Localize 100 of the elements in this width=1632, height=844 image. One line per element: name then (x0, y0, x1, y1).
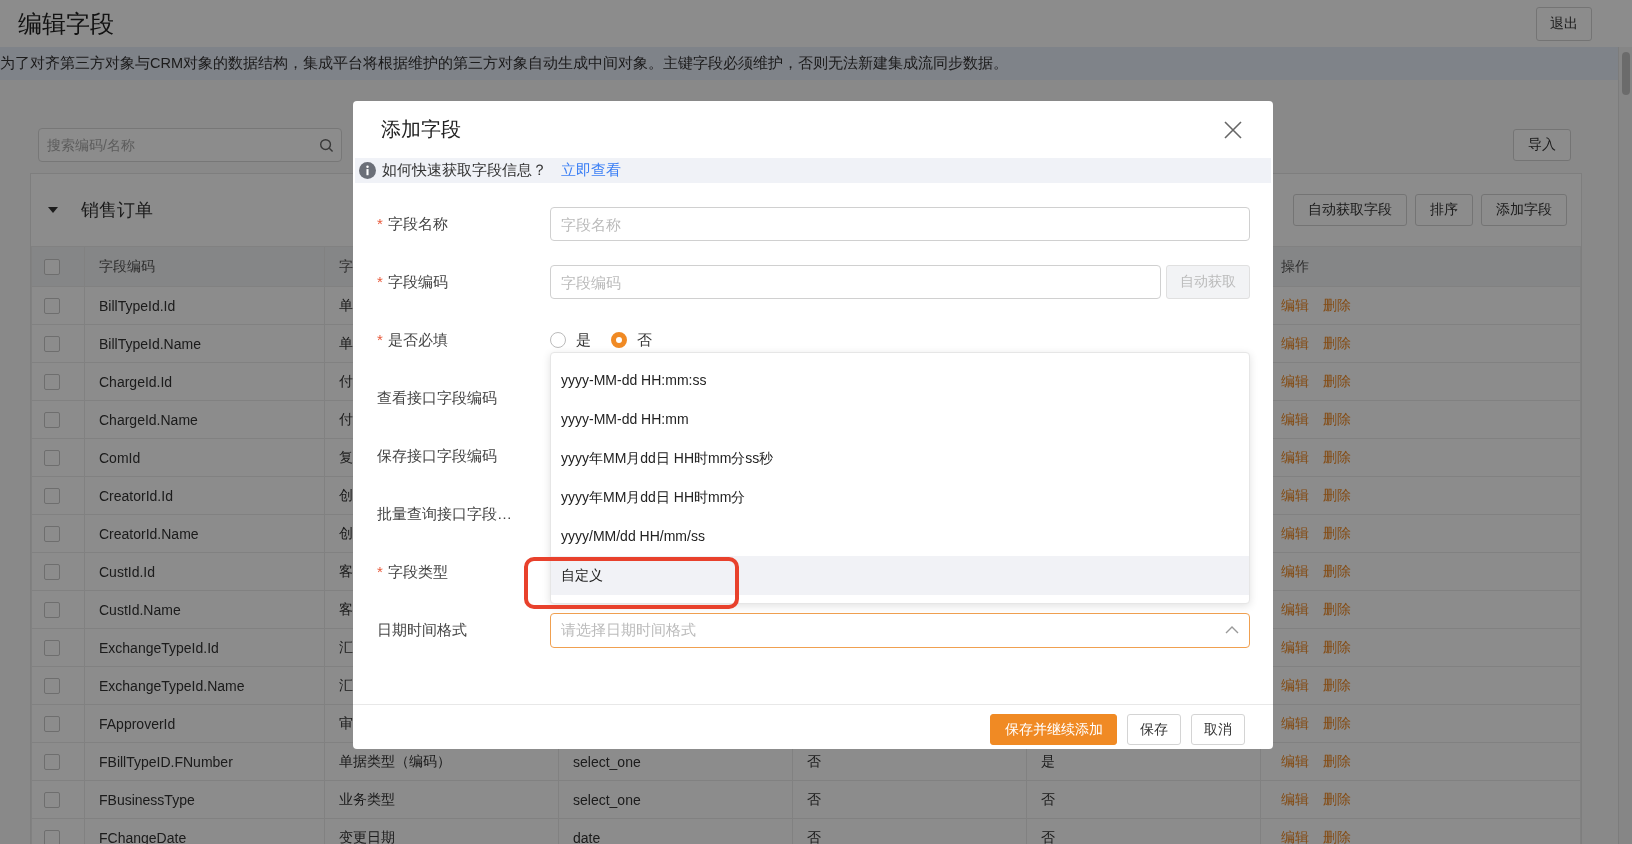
checkbox[interactable] (44, 487, 60, 504)
edit-link[interactable]: 编辑 (1281, 752, 1309, 769)
column-header: 操作 (1281, 257, 1309, 274)
input-field[interactable]: 字段编码 (550, 265, 1161, 299)
column-header: 字段编码 (99, 257, 155, 274)
required-mark: * (377, 272, 383, 290)
checkbox[interactable] (44, 639, 60, 656)
input-field[interactable]: 字段名称 (550, 207, 1250, 241)
checkbox[interactable] (44, 715, 60, 732)
edit-link[interactable]: 编辑 (1281, 448, 1309, 465)
edit-link[interactable]: 编辑 (1281, 334, 1309, 351)
edit-link[interactable]: 编辑 (1281, 600, 1309, 617)
delete-link[interactable]: 删除 (1323, 790, 1351, 807)
table-cell: 是 (1041, 752, 1055, 769)
table-cell: 创 (339, 524, 353, 541)
checkbox[interactable] (44, 563, 60, 580)
table-cell: 客 (339, 562, 353, 579)
edit-link[interactable]: 编辑 (1281, 562, 1309, 579)
edit-link[interactable]: 编辑 (1281, 410, 1309, 427)
info-text: 如何快速获取字段信息？ (382, 161, 547, 180)
table-cell: 业务类型 (339, 790, 395, 807)
table-cell: CustId.Id (99, 563, 156, 580)
dropdown-option[interactable]: yyyy年MM月dd日 HH时mm分ss秒 (551, 439, 1249, 478)
delete-link[interactable]: 删除 (1323, 334, 1351, 351)
edit-link[interactable]: 编辑 (1281, 372, 1309, 389)
section-button[interactable]: 自动获取字段 (1293, 194, 1407, 226)
import-button[interactable]: 导入 (1513, 129, 1571, 161)
delete-link[interactable]: 删除 (1323, 524, 1351, 541)
edit-link[interactable]: 编辑 (1281, 638, 1309, 655)
edit-link[interactable]: 编辑 (1281, 790, 1309, 807)
table-cell: 变更日期 (339, 828, 395, 844)
table-cell: ComId (99, 449, 141, 466)
table-cell: 单 (339, 334, 353, 351)
field-label: 字段名称 (387, 214, 448, 232)
checkbox[interactable] (44, 297, 60, 314)
dropdown-option[interactable]: yyyy/MM/dd HH/mm/ss (551, 517, 1249, 556)
notice-text: 为了对齐第三方对象与CRM对象的数据结构，集成平台将根据维护的第三方对象自动生成中间对象。主键字段必须维护，否则无法新建集成流同步数据。 (0, 47, 1618, 80)
section-button[interactable]: 排序 (1415, 194, 1473, 226)
delete-link[interactable]: 删除 (1323, 486, 1351, 503)
info-icon (359, 162, 376, 179)
dropdown-option[interactable]: yyyy-MM-dd HH:mm (551, 400, 1249, 439)
table-cell: BillTypeId.Id (99, 297, 176, 314)
delete-link[interactable]: 删除 (1323, 600, 1351, 617)
checkbox[interactable] (44, 753, 60, 770)
radio-option[interactable]: 是 (550, 330, 591, 350)
delete-link[interactable]: 删除 (1323, 828, 1351, 844)
delete-link[interactable]: 删除 (1323, 448, 1351, 465)
edit-link[interactable]: 编辑 (1281, 714, 1309, 731)
table-cell: 付 (339, 372, 353, 389)
checkbox[interactable] (44, 677, 60, 694)
delete-link[interactable]: 删除 (1323, 562, 1351, 579)
table-cell: BillTypeId.Name (99, 335, 201, 352)
edit-link[interactable]: 编辑 (1281, 676, 1309, 693)
table-cell: 付 (339, 410, 353, 427)
radio-button[interactable] (611, 332, 627, 348)
edit-link[interactable]: 编辑 (1281, 296, 1309, 313)
checkbox[interactable] (44, 829, 60, 844)
dropdown-option[interactable]: yyyy年MM月dd日 HH时mm分 (551, 478, 1249, 517)
delete-link[interactable]: 删除 (1323, 372, 1351, 389)
table-cell: 单据类型（编码） (339, 752, 451, 769)
column-header: 字 (339, 257, 353, 274)
radio-button[interactable] (550, 332, 566, 348)
search-icon (319, 138, 334, 153)
table-cell: ChargeId.Id (99, 373, 173, 390)
dropdown-option[interactable]: yyyy-MM-dd HH:mm:ss (551, 361, 1249, 400)
delete-link[interactable]: 删除 (1323, 752, 1351, 769)
view-link[interactable]: 立即查看 (561, 161, 621, 180)
checkbox[interactable] (44, 258, 60, 275)
page-title: 编辑字段 (18, 8, 114, 39)
field-label: 查看接口字段编码 (377, 388, 497, 406)
checkbox[interactable] (44, 601, 60, 618)
delete-link[interactable]: 删除 (1323, 638, 1351, 655)
exit-button[interactable]: 退出 (1536, 6, 1592, 41)
delete-link[interactable]: 删除 (1323, 714, 1351, 731)
checkbox[interactable] (44, 411, 60, 428)
section-button[interactable]: 添加字段 (1481, 194, 1567, 226)
table-cell: 创 (339, 486, 353, 503)
save-continue-button[interactable]: 保存并继续添加 (990, 714, 1117, 745)
edit-link[interactable]: 编辑 (1281, 524, 1309, 541)
checkbox[interactable] (44, 525, 60, 542)
checkbox[interactable] (44, 791, 60, 808)
delete-link[interactable]: 删除 (1323, 676, 1351, 693)
checkbox[interactable] (44, 335, 60, 352)
delete-link[interactable]: 删除 (1323, 410, 1351, 427)
dialog-button[interactable]: 取消 (1191, 714, 1245, 745)
table-cell: 客 (339, 600, 353, 617)
dropdown-option[interactable]: 自定义 (551, 556, 1249, 595)
table-cell: FApproverId (99, 715, 176, 732)
edit-link[interactable]: 编辑 (1281, 486, 1309, 503)
checkbox[interactable] (44, 449, 60, 466)
checkbox[interactable] (44, 373, 60, 390)
field-label: 日期时间格式 (377, 620, 467, 638)
edit-link[interactable]: 编辑 (1281, 828, 1309, 844)
dialog-button[interactable]: 保存 (1127, 714, 1181, 745)
table-cell: 单 (339, 296, 353, 313)
select-field[interactable]: 请选择日期时间格式 (550, 612, 1250, 648)
table-cell: 汇 (339, 638, 353, 655)
close-icon[interactable] (1223, 119, 1243, 140)
delete-link[interactable]: 删除 (1323, 296, 1351, 313)
scrollbar[interactable] (1618, 47, 1632, 844)
